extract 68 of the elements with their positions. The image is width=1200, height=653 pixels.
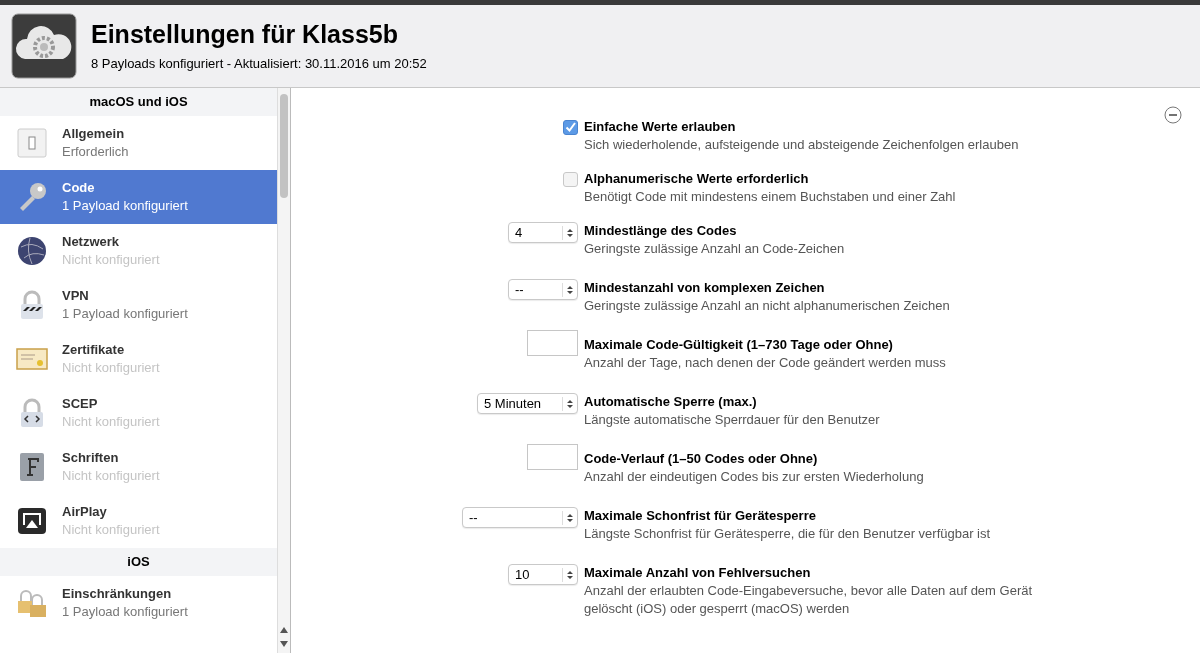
stepper-select[interactable]: 4 (508, 222, 578, 243)
item-status: Erforderlich (62, 143, 129, 161)
sidebar-item[interactable]: Allgemein Erforderlich (0, 116, 277, 170)
switch-icon (16, 127, 48, 159)
scroll-down-icon (280, 641, 288, 647)
input-field[interactable] (527, 330, 578, 356)
sidebar-item[interactable]: Netzwerk Nicht konfiguriert (0, 224, 277, 278)
sidebar-item[interactable]: Schriften Nicht konfiguriert (0, 440, 277, 494)
item-status: Nicht konfiguriert (62, 467, 160, 485)
setting-label: Alphanumerische Werte erforderlich (584, 170, 810, 188)
item-label: Netzwerk (62, 233, 121, 251)
stepper-select[interactable]: 10 (508, 564, 578, 585)
setting-description: Anzahl der erlaubten Code-Eingabeversuche, bevor alle Daten auf dem Gerät gelöscht (iOS) oder gesperrt (macOS) werden (584, 582, 1034, 618)
section-header: macOS und iOS (89, 93, 188, 112)
setting-description: Anzahl der eindeutigen Codes bis zur ersten Wiederholung (584, 468, 925, 486)
sidebar-item[interactable]: Code 1 Payload konfiguriert (0, 170, 277, 224)
setting-label: Einfache Werte erlauben (584, 118, 737, 136)
item-label: AirPlay (62, 503, 108, 521)
remove-icon[interactable] (1164, 106, 1182, 124)
item-status: 1 Payload konfiguriert (62, 603, 188, 621)
checkmark-icon (565, 122, 576, 133)
profile-title: Einstellungen für Klass5b (91, 18, 399, 50)
setting-description: Längste automatische Sperrdauer für den Benutzer (584, 411, 881, 429)
checkbox[interactable] (563, 172, 578, 187)
stepper-select[interactable]: -- (508, 279, 578, 300)
item-label: VPN (62, 287, 90, 305)
sidebar-item[interactable]: Einschränkungen 1 Payload konfiguriert (0, 576, 277, 630)
scroll-up-icon (280, 627, 288, 633)
sidebar-item[interactable]: VPN 1 Payload konfiguriert (0, 278, 277, 332)
setting-description: Längste Schonfrist für Gerätesperre, die für den Benutzer verfügbar ist (584, 525, 992, 543)
scrollbar-thumb[interactable] (280, 94, 288, 198)
setting-label: Mindestlänge des Codes (584, 222, 738, 240)
setting-description: Anzahl der Tage, nach denen der Code geändert werden muss (584, 354, 947, 372)
item-status: 1 Payload konfiguriert (62, 305, 188, 323)
item-status: Nicht konfiguriert (62, 413, 160, 431)
section-header: iOS (127, 553, 150, 572)
input-field[interactable] (527, 444, 578, 470)
setting-description: Geringste zulässige Anzahl an Code-Zeichen (584, 240, 846, 258)
checkbox[interactable] (563, 120, 578, 135)
setting-description: Benötigt Code mit mindestens einem Buchstaben und einer Zahl (584, 188, 957, 206)
item-label: Einschränkungen (62, 585, 173, 603)
sidebar-item[interactable]: AirPlay Nicht konfiguriert (0, 494, 277, 548)
padlocks-icon (16, 587, 48, 619)
setting-description: Sich wiederholende, aufsteigende und absteigende Zeichenfolgen erlauben (584, 136, 1020, 154)
setting-label: Maximale Code-Gültigkeit (1–730 Tage oder Ohne) (584, 336, 894, 354)
setting-label: Maximale Anzahl von Fehlversuchen (584, 564, 812, 582)
sidebar-item[interactable]: SCEP Nicht konfiguriert (0, 386, 277, 440)
profile-subtitle: 8 Payloads konfiguriert - Aktualisiert: 30.11.2016 um 20:52 (91, 54, 427, 73)
setting-label: Maximale Schonfrist für Gerätesperre (584, 507, 817, 525)
stepper-select[interactable]: -- (462, 507, 578, 528)
item-status: Nicht konfiguriert (62, 521, 160, 539)
setting-label: Code-Verlauf (1–50 Codes oder Ohne) (584, 450, 819, 468)
item-label: Allgemein (62, 125, 126, 143)
item-label: Zertifikate (62, 341, 126, 359)
item-status: Nicht konfiguriert (62, 251, 160, 269)
stepper-select[interactable]: 5 Minuten (477, 393, 578, 414)
setting-label: Automatische Sperre (max.) (584, 393, 758, 411)
item-label: Code (62, 179, 96, 197)
cloud-gear-icon (11, 13, 77, 79)
globe-icon (16, 235, 48, 267)
setting-description: Geringste zulässige Anzahl an nicht alphanumerischen Zeichen (584, 297, 951, 315)
item-label: Schriften (62, 449, 120, 467)
airplay-icon (16, 505, 48, 537)
item-label: SCEP (62, 395, 99, 413)
item-status: 1 Payload konfiguriert (62, 197, 188, 215)
setting-label: Mindestanzahl von komplexen Zeichen (584, 279, 826, 297)
item-status: Nicht konfiguriert (62, 359, 160, 377)
sidebar-item[interactable]: Zertifikate Nicht konfiguriert (0, 332, 277, 386)
